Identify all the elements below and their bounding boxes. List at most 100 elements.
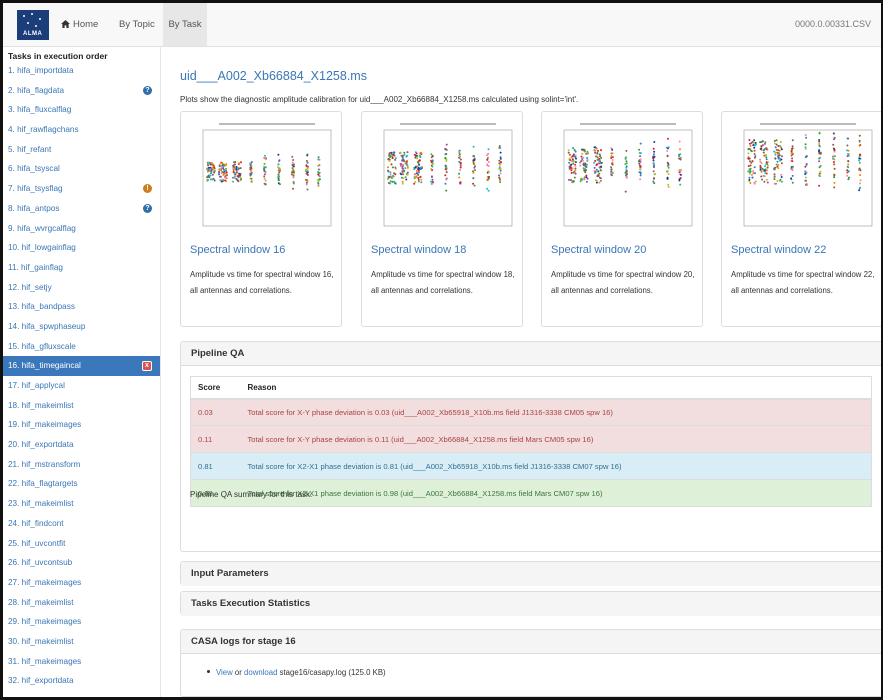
casa-logs-heading[interactable]: CASA logs for stage 16 [181,630,881,654]
spw-thumbnail-card[interactable]: Spectral window 22 Amplitude vs time for … [721,111,881,327]
sidebar-item-label: 18. hif_makeimlist [8,400,74,410]
spw-title[interactable]: Spectral window 18 [371,244,466,256]
amplitude-plot-image[interactable] [730,120,876,234]
sidebar-item-label: 13. hifa_bandpass [8,302,75,312]
qa-summary: Pipeline QA summary for this task. [190,490,313,499]
sidebar-item-label: 27. hif_makeimages [8,577,82,587]
sidebar-item[interactable]: 24. hif_findcont [3,514,160,534]
amplitude-plot-image[interactable] [370,120,516,234]
sidebar-item[interactable]: 29. hif_makeimages [3,612,160,632]
sidebar-item[interactable]: 32. hif_exportdata [3,671,160,691]
sidebar-item[interactable]: 4. hif_rawflagchans [3,120,160,140]
sidebar-item[interactable]: 2. hifa_flagdata? [3,81,160,101]
sidebar-item-label: 2. hifa_flagdata [8,85,64,95]
plot-description: Plots show the diagnostic amplitude cali… [180,95,579,104]
sidebar-item[interactable]: 26. hif_uvcontsub [3,553,160,573]
alma-logo[interactable]: ALMA [17,10,49,40]
warning-icon[interactable]: ! [143,184,152,194]
ms-title[interactable]: uid___A002_Xb66884_X1258.ms [180,69,367,83]
sidebar-item-label: 20. hif_exportdata [8,440,74,450]
pipeline-qa-heading[interactable]: Pipeline QA [181,342,881,366]
sidebar-item-label: 12. hif_setjy [8,282,52,292]
spw-thumbnail-card[interactable]: Spectral window 20 Amplitude vs time for … [541,111,703,327]
sidebar-item[interactable]: 10. hif_lowgainflag [3,238,160,258]
execution-stats-heading[interactable]: Tasks Execution Statistics [181,592,881,616]
spw-thumbnail-card[interactable]: Spectral window 18 Amplitude vs time for … [361,111,523,327]
sidebar-item-label: 30. hif_makeimlist [8,636,74,646]
sidebar-item-label: 16. hifa_timegaincal [8,361,81,371]
nav-home[interactable]: Home [61,3,98,46]
sidebar-item[interactable]: 25. hif_uvcontfit [3,534,160,554]
sidebar-item[interactable]: 23. hif_makeimlist [3,494,160,514]
sidebar-item[interactable]: 22. hifa_flagtargets [3,474,160,494]
sidebar-heading: Tasks in execution order [8,51,108,61]
qa-header-row: Score Reason [190,376,872,400]
sidebar-item[interactable]: 11. hif_gainflag [3,258,160,278]
sidebar-item[interactable]: 27. hif_makeimages [3,573,160,593]
question-icon[interactable]: ? [143,203,152,213]
qa-score: 0.03 [190,398,241,426]
nav-by-topic[interactable]: By Topic [119,3,155,46]
sidebar-item[interactable]: 21. hif_mstransform [3,455,160,475]
qa-row: 0.03 Total score for X-Y phase deviation … [190,398,872,426]
spw-caption: Amplitude vs time for spectral window 16… [190,270,334,295]
error-icon[interactable]: x [142,361,152,372]
sidebar-item[interactable]: 3. hifa_fluxcalflag [3,100,160,120]
qa-score: 0.11 [190,425,241,453]
spw-thumbnail-card[interactable]: Spectral window 16 Amplitude vs time for … [180,111,342,327]
question-icon[interactable]: ? [143,85,152,95]
sidebar-item-label: 22. hifa_flagtargets [8,479,78,489]
sidebar-item[interactable]: 30. hif_makeimlist [3,632,160,652]
sidebar-item[interactable]: 18. hif_makeimlist [3,396,160,416]
project-code[interactable]: 0000.0.00331.CSV [795,3,871,46]
sidebar-item[interactable]: 9. hifa_wvrgcalflag [3,219,160,239]
spw-title[interactable]: Spectral window 16 [190,244,285,256]
sidebar-item-label: 29. hif_makeimages [8,617,82,627]
sidebar-item-label: 31. hif_makeimages [8,656,82,666]
sidebar-item[interactable]: 16. hifa_timegaincal x [3,356,160,376]
casa-logs-panel: CASA logs for stage 16 View or download … [180,629,881,697]
sidebar-item-label: 23. hif_makeimlist [8,499,74,509]
input-parameters-heading[interactable]: Input Parameters [181,562,881,586]
spw-title[interactable]: Spectral window 22 [731,244,826,256]
execution-stats-panel[interactable]: Tasks Execution Statistics [180,591,881,616]
spw-title[interactable]: Spectral window 20 [551,244,646,256]
sidebar-item-label: 21. hif_mstransform [8,459,81,469]
sidebar-item-label: 25. hif_uvcontfit [8,538,66,548]
amplitude-plot-image[interactable] [550,120,696,234]
sidebar-item-label: 10. hif_lowgainflag [8,243,76,253]
sidebar-item-label: 11. hif_gainflag [8,262,63,272]
sidebar-item-label: 24. hif_findcont [8,518,64,528]
sidebar-item[interactable]: 20. hif_exportdata [3,435,160,455]
sidebar-item[interactable]: 14. hifa_spwphaseup [3,317,160,337]
view-log-link[interactable]: View [216,668,233,677]
qa-col-reason: Reason [240,376,872,400]
sidebar-item-label: 19. hif_makeimages [8,420,82,430]
download-log-link[interactable]: download [244,668,277,677]
sidebar-item[interactable]: 28. hif_makeimlist [3,593,160,613]
sidebar-item[interactable]: 7. hifa_tsysflag! [3,179,160,199]
sidebar-item[interactable]: 1. hifa_importdata [3,61,160,81]
sidebar-item[interactable]: 6. hifa_tsyscal [3,159,160,179]
qa-reason: Total score for X-Y phase deviation is 0… [240,398,872,426]
input-parameters-panel[interactable]: Input Parameters [180,561,881,586]
nav-by-task[interactable]: By Task [163,3,207,46]
task-sidebar: Tasks in execution order 1. hifa_importd… [3,47,161,697]
home-icon [61,20,70,28]
sidebar-item[interactable]: 17. hif_applycal [3,376,160,396]
sidebar-item[interactable]: 13. hifa_bandpass [3,297,160,317]
qa-row: 0.81 Total score for X2-X1 phase deviatio… [190,452,872,480]
sidebar-item[interactable]: 19. hif_makeimages [3,415,160,435]
sidebar-item-label: 9. hifa_wvrgcalflag [8,223,76,233]
sidebar-item[interactable]: 5. hif_refant [3,140,160,160]
spw-caption: Amplitude vs time for spectral window 18… [371,270,515,295]
sidebar-item[interactable]: 15. hifa_gfluxscale [3,337,160,357]
sidebar-item-label: 8. hifa_antpos [8,203,60,213]
sidebar-item[interactable]: 12. hif_setjy [3,278,160,298]
spw-caption: Amplitude vs time for spectral window 22… [731,270,875,295]
sidebar-item-label: 7. hifa_tsysflag [8,184,63,194]
sidebar-item[interactable]: 8. hifa_antpos? [3,199,160,219]
sidebar-item-label: 4. hif_rawflagchans [8,125,79,135]
sidebar-item[interactable]: 31. hif_makeimages [3,652,160,672]
amplitude-plot-image[interactable] [189,120,335,234]
